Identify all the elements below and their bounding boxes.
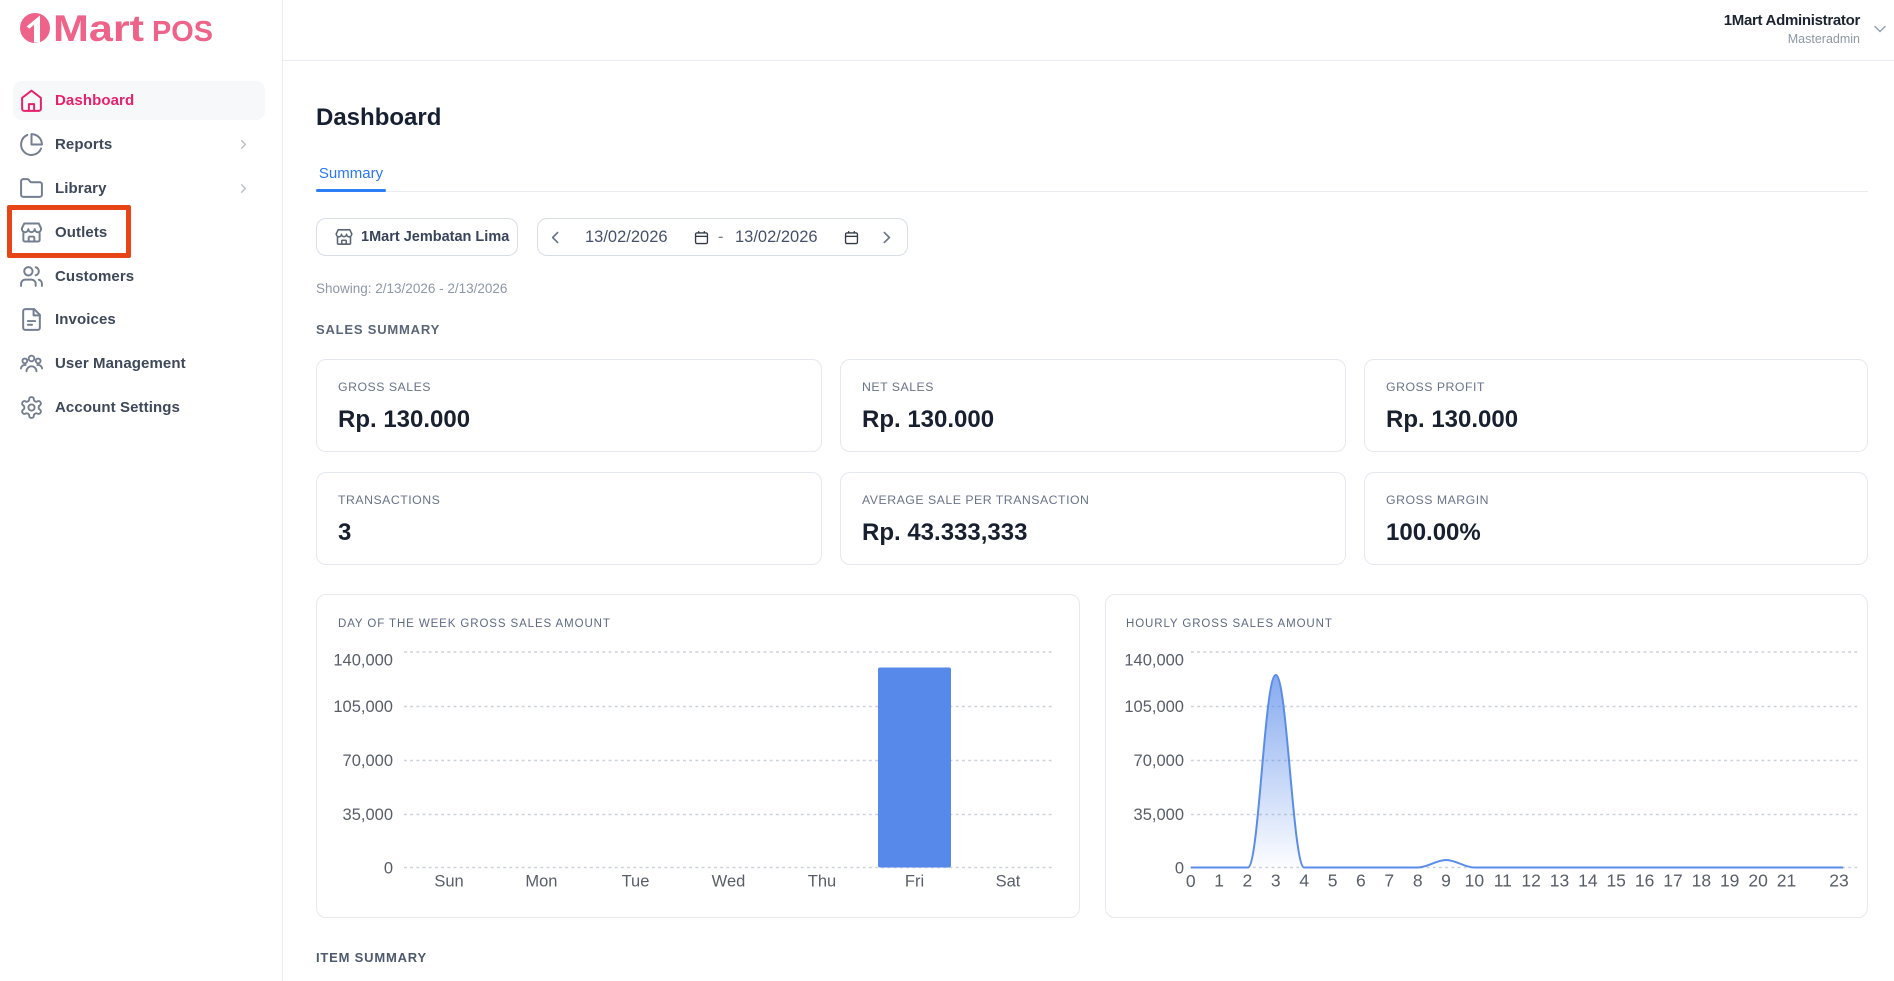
svg-text:21: 21	[1777, 870, 1796, 890]
svg-text:2: 2	[1243, 870, 1253, 890]
svg-text:1: 1	[1214, 870, 1224, 890]
svg-text:20: 20	[1748, 870, 1768, 890]
svg-text:Sat: Sat	[996, 872, 1021, 890]
svg-text:105,000: 105,000	[1124, 698, 1184, 716]
svg-text:13: 13	[1550, 870, 1569, 890]
svg-text:70,000: 70,000	[343, 752, 393, 770]
svg-text:140,000: 140,000	[333, 651, 393, 669]
svg-text:Thu: Thu	[808, 872, 836, 890]
svg-text:Wed: Wed	[712, 872, 746, 890]
svg-text:Mon: Mon	[525, 872, 557, 890]
svg-text:6: 6	[1356, 870, 1366, 890]
svg-text:10: 10	[1465, 870, 1485, 890]
svg-text:140,000: 140,000	[1124, 651, 1184, 669]
svg-text:3: 3	[1271, 870, 1281, 890]
svg-text:105,000: 105,000	[333, 698, 393, 716]
svg-text:HOURLY GROSS SALES AMOUNT: HOURLY GROSS SALES AMOUNT	[1126, 618, 1333, 630]
svg-text:11: 11	[1494, 870, 1512, 890]
svg-text:15: 15	[1606, 870, 1625, 890]
svg-text:POS: POS	[152, 16, 213, 48]
svg-text:17: 17	[1663, 870, 1682, 890]
svg-text:12: 12	[1521, 870, 1540, 890]
svg-text:0: 0	[1186, 871, 1196, 891]
svg-text:5: 5	[1328, 870, 1338, 890]
svg-text:35,000: 35,000	[343, 806, 393, 824]
svg-text:Fri: Fri	[905, 872, 924, 890]
svg-text:35,000: 35,000	[1134, 806, 1184, 824]
svg-text:9: 9	[1441, 870, 1451, 890]
svg-text:7: 7	[1384, 870, 1394, 890]
svg-text:0: 0	[384, 860, 393, 878]
svg-text:0: 0	[1175, 860, 1184, 878]
svg-text:23: 23	[1829, 870, 1848, 890]
svg-text:Mart: Mart	[53, 8, 144, 49]
svg-text:Tue: Tue	[622, 872, 650, 890]
svg-text:19: 19	[1720, 870, 1739, 890]
svg-text:16: 16	[1635, 870, 1654, 890]
svg-text:4: 4	[1299, 870, 1309, 890]
svg-text:Sun: Sun	[434, 872, 463, 890]
svg-text:DAY OF THE WEEK GROSS SALES AM: DAY OF THE WEEK GROSS SALES AMOUNT	[338, 618, 611, 630]
svg-text:14: 14	[1578, 870, 1598, 890]
svg-text:8: 8	[1413, 870, 1423, 890]
svg-text:18: 18	[1692, 870, 1711, 890]
svg-text:70,000: 70,000	[1134, 752, 1184, 770]
